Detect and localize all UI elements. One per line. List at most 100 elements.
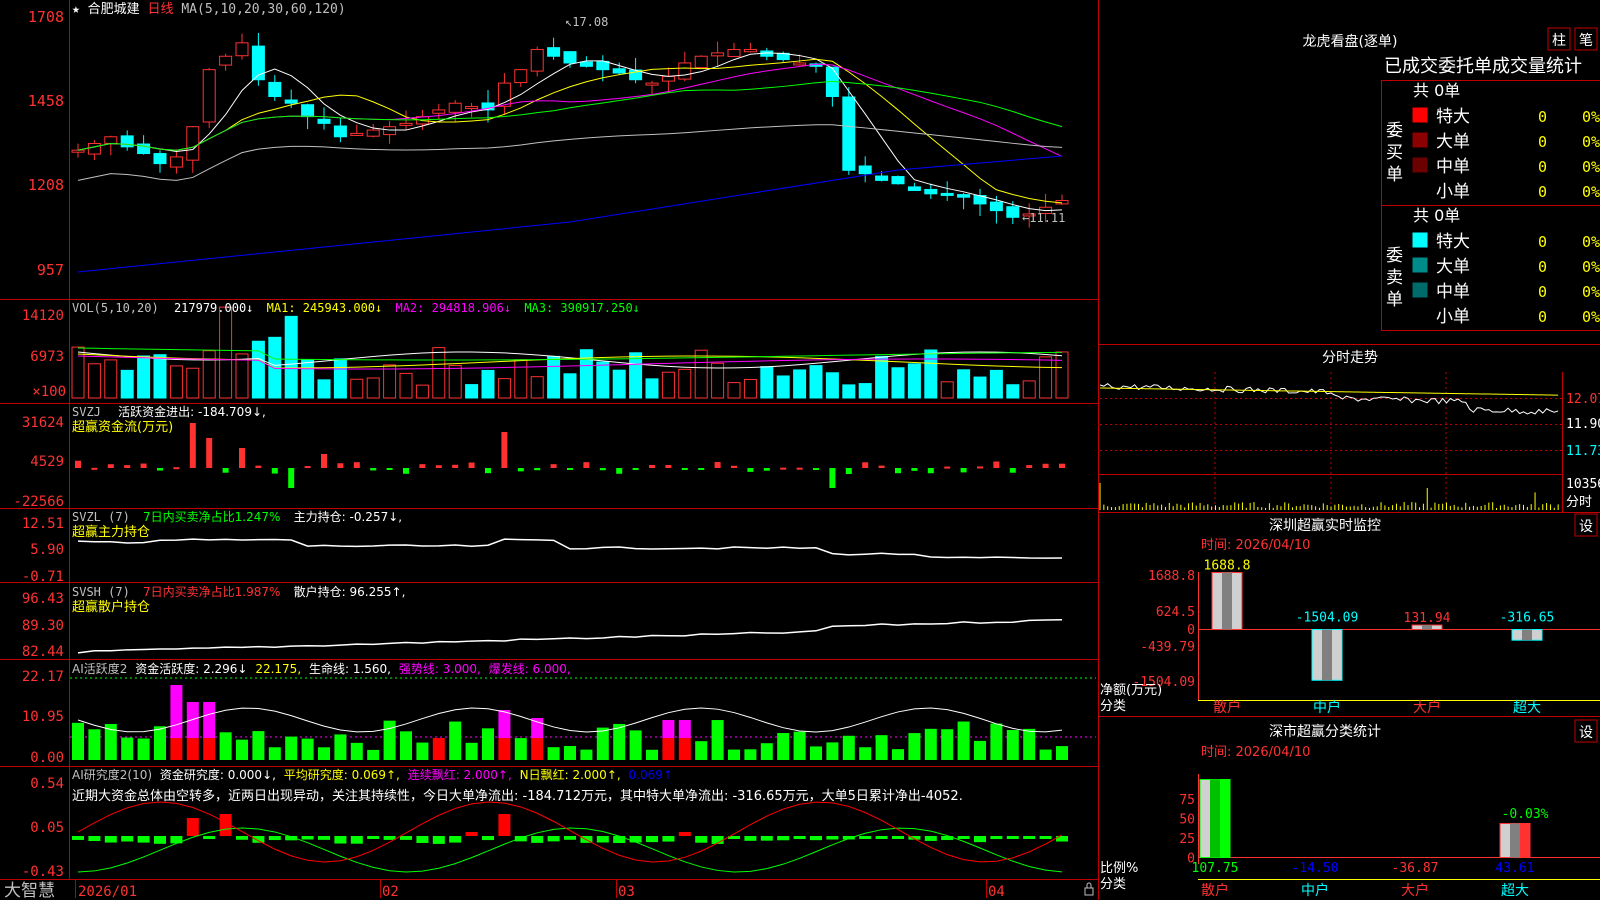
- monitor-bar-label: 131.94: [1404, 611, 1451, 626]
- activity-bar: [1039, 749, 1052, 760]
- candle-body: [301, 104, 315, 118]
- activity-bar: [613, 723, 626, 760]
- activity-bar: [334, 734, 347, 760]
- order-row-count: 0: [1538, 183, 1547, 201]
- research-bar: [793, 836, 806, 839]
- research-bar: [416, 836, 429, 843]
- volume-bar: [842, 384, 856, 399]
- lock-icon[interactable]: [1084, 882, 1094, 896]
- research-bar: [859, 836, 872, 839]
- svg-text:设: 设: [1579, 519, 1593, 535]
- ma4-value: MA4: 13.916↓: [683, 2, 777, 17]
- order-row-label: 中单: [1436, 282, 1470, 302]
- fund-flow-bar: [173, 467, 180, 470]
- activity-bar: [498, 710, 511, 738]
- volume-bar: [301, 359, 315, 399]
- fund-flow-bar: [599, 468, 606, 471]
- fund-flow-bar: [468, 462, 475, 468]
- fund-flow-bar: [845, 468, 852, 474]
- volume-bar: [481, 369, 495, 399]
- candle-body: [940, 192, 954, 196]
- ai-research-panel[interactable]: [72, 801, 1068, 873]
- svzj-subtitle: 超赢资金流(万元): [72, 419, 173, 435]
- fund-flow-bar: [895, 468, 901, 474]
- research-bar: [974, 836, 986, 843]
- research-bar: [498, 814, 511, 836]
- ai-activity-panel[interactable]: [70, 677, 1096, 760]
- order-row-count: 0: [1538, 283, 1547, 301]
- research-bar: [678, 832, 691, 836]
- order-row-label: 小单: [1436, 182, 1470, 202]
- classify-top-label: -0.03%: [1502, 807, 1549, 822]
- volume-bar: [678, 368, 692, 399]
- monitor-axis-label: -439.79: [1140, 640, 1195, 655]
- monitor-xlabel: 分类: [1100, 699, 1126, 714]
- svzj-panel[interactable]: [75, 423, 1065, 488]
- fund-flow-bar: [878, 465, 885, 468]
- axis-label: -0.71: [22, 569, 64, 585]
- candle-body: [514, 69, 528, 84]
- activity-bar: [564, 745, 576, 760]
- activity-bar: [449, 721, 462, 760]
- ma2-value: MA2: 11.882↓: [467, 2, 561, 17]
- research-bar: [301, 836, 314, 840]
- pen-mode-button[interactable]: 笔: [1574, 27, 1598, 51]
- volume-bar: [284, 315, 298, 399]
- classify-bar-edge: [1520, 823, 1530, 858]
- monitor-settings-button[interactable]: 设: [1574, 513, 1598, 537]
- research-bar: [236, 836, 248, 840]
- volume-panel[interactable]: [71, 306, 1069, 399]
- candle-body: [333, 125, 347, 138]
- classify-title: 深市超赢分类统计: [1269, 723, 1381, 740]
- intraday-chart[interactable]: [1099, 372, 1563, 512]
- research-bar: [334, 836, 347, 844]
- volume-bar: [973, 376, 987, 399]
- order-row-pct: 0%: [1582, 258, 1600, 276]
- svzl-panel[interactable]: [77, 538, 1063, 559]
- volume-bar: [251, 340, 265, 399]
- classify-bar-label: 43.61: [1495, 861, 1534, 876]
- research-bar: [875, 836, 888, 839]
- research-bar: [121, 836, 134, 842]
- activity-bar: [498, 738, 511, 760]
- svzl-header: SVZL (7) 7日内买卖净占比1.247% 主力持仓: -0.257↓,: [72, 509, 402, 524]
- activity-bar: [170, 685, 183, 738]
- ai2-comment: 近期大资金总体由空转多，近两日出现异动，关注其持续性，今日大单净流出: -184…: [72, 788, 963, 804]
- candle-body: [907, 186, 921, 191]
- fund-flow-bar: [616, 468, 623, 474]
- date-ticks: [75, 880, 987, 898]
- activity-bar: [1023, 728, 1036, 760]
- activity-bar: [892, 749, 904, 760]
- candle-body: [563, 51, 577, 64]
- order-total: 共 0单: [1413, 81, 1460, 100]
- high-price-mark: ↖17.08: [565, 15, 608, 29]
- fund-flow-bar: [796, 467, 803, 470]
- fund-flow-bar: [681, 468, 688, 470]
- research-bar: [924, 836, 937, 841]
- research-bar: [547, 836, 560, 842]
- svzl-axis: 12.51 5.90 -0.71: [22, 516, 64, 585]
- vol-unit-label: ×100: [32, 384, 66, 400]
- activity-bar: [728, 749, 740, 760]
- research-bar: [826, 836, 839, 840]
- volume-bar: [743, 378, 757, 399]
- ma6-line: [77, 155, 1063, 273]
- activity-bar: [400, 731, 412, 760]
- fund-flow-bar: [304, 466, 311, 469]
- candle-body: [711, 52, 725, 57]
- monitor-axis-label: 1688.8: [1148, 569, 1195, 584]
- monitor-bar-label: -316.65: [1500, 611, 1555, 626]
- fund-flow-bar: [977, 466, 983, 469]
- activity-bar: [842, 735, 855, 760]
- candle-body: [612, 68, 626, 74]
- activity-bar: [350, 742, 363, 760]
- bar-mode-button[interactable]: 柱: [1547, 27, 1571, 51]
- classify-settings-button[interactable]: 设: [1574, 719, 1598, 743]
- research-bar: [957, 836, 970, 839]
- price-panel[interactable]: [71, 32, 1069, 273]
- activity-bar: [711, 720, 724, 760]
- research-bar: [596, 836, 609, 843]
- svsh-panel[interactable]: [77, 619, 1063, 654]
- activity-bar: [285, 736, 298, 760]
- lhb-subtitle: 已成交委托单成交量统计: [1384, 56, 1582, 77]
